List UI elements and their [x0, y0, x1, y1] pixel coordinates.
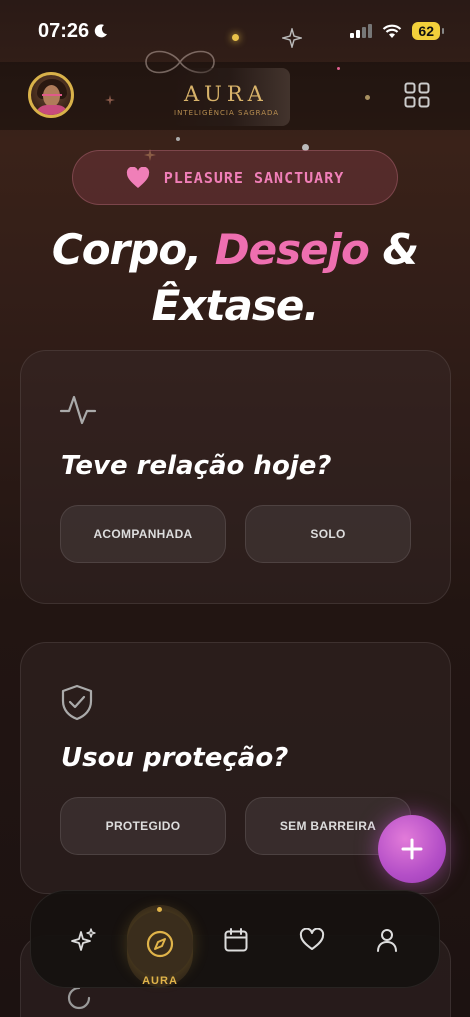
plus-icon [401, 838, 423, 860]
status-indicators: 62 [350, 22, 444, 40]
card-question: Usou proteção? [61, 743, 289, 773]
logo-subtitle: INTELIGÊNCIA SAGRADA [174, 109, 280, 117]
nav-item-heart[interactable] [297, 925, 327, 955]
heart-outline-icon [299, 928, 325, 950]
add-button[interactable] [378, 815, 446, 883]
badge-label: PLEASURE SANCTUARY [163, 168, 345, 187]
decor-dot [365, 95, 370, 100]
nav-label-aura: AURA [142, 975, 178, 987]
nav-item-aura[interactable]: AURA [127, 905, 193, 987]
headline-part2: & [368, 225, 419, 274]
bottom-nav: AURA [30, 890, 440, 988]
option-acompanhada-button[interactable]: ACOMPANHADA [60, 505, 226, 563]
logo-title: AURA [184, 82, 268, 106]
pulse-icon [59, 395, 97, 425]
decor-dot [337, 67, 340, 70]
headline-highlight: Desejo [214, 225, 370, 274]
page-title: Corpo, Desejo & Êxtase. [0, 222, 470, 334]
app-header: AURA INTELIGÊNCIA SAGRADA [0, 50, 470, 130]
decor-dot [176, 137, 180, 141]
shield-check-icon [61, 684, 93, 721]
active-indicator-dot [157, 907, 162, 912]
option-solo-button[interactable]: SOLO [245, 505, 411, 563]
grid-icon[interactable] [404, 82, 430, 108]
user-icon [377, 929, 397, 952]
battery-indicator: 62 [412, 22, 444, 40]
signal-icon [350, 24, 373, 38]
sparkle-icon [105, 95, 115, 105]
pleasure-sanctuary-badge: PLEASURE SANCTUARY [72, 150, 398, 205]
wifi-icon [383, 24, 402, 38]
compass-icon [146, 930, 174, 958]
decor-dot [232, 34, 239, 41]
nav-item-sparkles[interactable] [69, 925, 99, 955]
headline-line2: Êxtase. [151, 281, 320, 330]
app-logo: AURA INTELIGÊNCIA SAGRADA [140, 42, 290, 130]
moon-icon [94, 24, 108, 38]
option-protegido-button[interactable]: PROTEGIDO [60, 797, 226, 855]
heart-icon [126, 166, 149, 188]
sparkles-icon [71, 928, 96, 951]
headline-part1: Corpo, [51, 225, 215, 274]
time-text: 07:26 [38, 19, 90, 42]
nav-item-calendar[interactable] [221, 925, 251, 955]
sex-today-card: Teve relação hoje? ACOMPANHADA SOLO [20, 350, 451, 604]
sparkle-icon [282, 28, 302, 48]
calendar-icon [224, 928, 248, 952]
card-question: Teve relação hoje? [61, 451, 332, 481]
nav-active-circle [127, 911, 193, 977]
nav-item-profile[interactable] [372, 925, 402, 955]
timer-icon [67, 986, 91, 1010]
avatar[interactable] [28, 72, 74, 118]
status-time: 07:26 [38, 20, 109, 43]
